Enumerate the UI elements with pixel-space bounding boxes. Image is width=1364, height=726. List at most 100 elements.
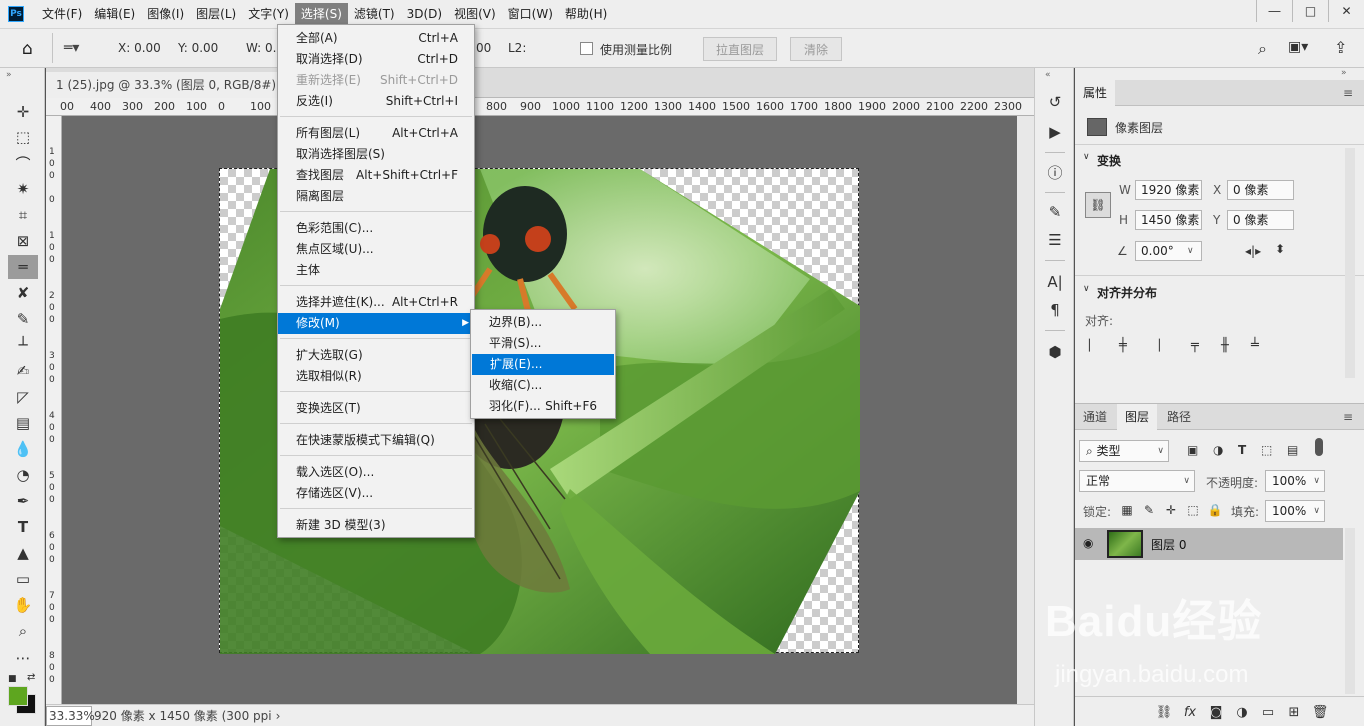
type-tool-icon[interactable]: T xyxy=(8,515,38,539)
info-panel-icon[interactable]: ⓘ xyxy=(1045,162,1065,182)
healing-brush-tool-icon[interactable]: ✘ xyxy=(8,281,38,305)
frame-tool-icon[interactable]: ⊠ xyxy=(8,229,38,253)
menu-file[interactable]: 文件(F) xyxy=(36,3,88,25)
blur-tool-icon[interactable]: 💧 xyxy=(8,437,38,461)
menu-item-select-and-mask[interactable]: 选择并遮住(K)... Alt+Ctrl+R xyxy=(278,292,474,313)
menu-filter[interactable]: 滤镜(T) xyxy=(348,3,401,25)
menu-item-isolate-layers[interactable]: 隔离图层 xyxy=(278,186,474,207)
collapse-strip-icon[interactable]: « xyxy=(1045,70,1051,80)
menu-item-quick-mask-edit[interactable]: 在快速蒙版模式下编辑(Q) xyxy=(278,430,474,451)
adjustment-layer-icon[interactable]: ◑ xyxy=(1233,703,1251,721)
pen-tool-icon[interactable]: ✒ xyxy=(8,489,38,513)
filter-adjustment-icon[interactable]: ◑ xyxy=(1213,443,1223,457)
y-field[interactable]: 0 像素 xyxy=(1227,210,1294,230)
menu-layer[interactable]: 图层(L) xyxy=(190,3,242,25)
path-selection-tool-icon[interactable]: ▲ xyxy=(8,541,38,565)
lasso-tool-icon[interactable]: ⌒ xyxy=(8,151,38,175)
move-tool-icon[interactable]: ✛ xyxy=(8,100,38,124)
menu-item-color-range[interactable]: 色彩范围(C)... xyxy=(278,218,474,239)
collapse-panels-icon[interactable]: » xyxy=(1341,68,1347,78)
properties-scrollbar[interactable] xyxy=(1345,148,1355,378)
filter-type-icon[interactable]: T xyxy=(1238,443,1246,457)
clear-button[interactable]: 清除 xyxy=(790,37,842,61)
status-expand-icon[interactable]: › xyxy=(276,709,281,723)
align-horizontal-center-icon[interactable]: ╪ xyxy=(1119,338,1135,354)
lock-transparent-icon[interactable]: ▦ xyxy=(1119,502,1135,518)
layer-thumbnail[interactable] xyxy=(1107,530,1143,558)
menu-item-reselect[interactable]: 重新选择(E) Shift+Ctrl+D xyxy=(278,70,474,91)
tab-layers[interactable]: 图层 xyxy=(1117,404,1158,430)
eraser-tool-icon[interactable]: ◸ xyxy=(8,385,38,409)
menu-select[interactable]: 选择(S) xyxy=(294,3,348,25)
hand-tool-icon[interactable]: ✋ xyxy=(8,593,38,617)
menu-item-subject[interactable]: 主体 xyxy=(278,260,474,281)
menu-item-transform-selection[interactable]: 变换选区(T) xyxy=(278,398,474,419)
ruler-tool-icon[interactable]: ═ xyxy=(8,255,38,279)
menu-item-deselect[interactable]: 取消选择(D) Ctrl+D xyxy=(278,49,474,70)
workspace-icon[interactable]: ▣▾ xyxy=(1288,39,1308,55)
x-field[interactable]: 0 像素 xyxy=(1227,180,1294,200)
more-tools-icon[interactable]: ⋯ xyxy=(8,646,38,670)
actions-panel-icon[interactable]: ▶ xyxy=(1045,122,1065,142)
ruler-tool-preset-icon[interactable]: ═▾ xyxy=(64,40,79,56)
gradient-tool-icon[interactable]: ▤ xyxy=(8,411,38,435)
align-bottom-icon[interactable]: ╧ xyxy=(1251,338,1267,354)
layer-style-icon[interactable]: fx xyxy=(1181,703,1199,721)
align-right-icon[interactable]: ⎹ xyxy=(1147,338,1163,354)
link-icon[interactable]: ⛓ xyxy=(1085,192,1111,218)
menu-window[interactable]: 窗口(W) xyxy=(502,3,559,25)
panel-menu-icon[interactable]: ≡ xyxy=(1343,86,1353,100)
menu-item-load-selection[interactable]: 载入选区(O)... xyxy=(278,462,474,483)
chevron-down-icon[interactable]: ∨ xyxy=(1187,246,1194,256)
lock-artboard-icon[interactable]: ⬚ xyxy=(1185,502,1201,518)
submenu-item-smooth[interactable]: 平滑(S)... xyxy=(471,333,615,354)
tab-properties[interactable]: 属性 xyxy=(1075,80,1116,106)
tab-channels[interactable]: 通道 xyxy=(1075,404,1115,430)
default-colors-icon[interactable]: ■ xyxy=(8,674,17,684)
menu-item-new-3d-extrusion[interactable]: 新建 3D 模型(3) xyxy=(278,515,474,536)
share-icon[interactable]: ⇪ xyxy=(1334,38,1347,57)
delete-layer-icon[interactable]: 🗑 xyxy=(1311,703,1329,721)
filter-pixel-icon[interactable]: ▣ xyxy=(1187,443,1198,457)
panel-menu-icon[interactable]: ≡ xyxy=(1343,410,1353,424)
filter-smart-object-icon[interactable]: ▤ xyxy=(1287,443,1298,457)
submenu-item-border[interactable]: 边界(B)... xyxy=(471,312,615,333)
foreground-color-swatch[interactable] xyxy=(8,686,28,706)
lock-position-icon[interactable]: ✛ xyxy=(1163,502,1179,518)
menu-help[interactable]: 帮助(H) xyxy=(559,3,613,25)
menu-item-focus-area[interactable]: 焦点区域(U)... xyxy=(278,239,474,260)
marquee-tool-icon[interactable]: ⬚ xyxy=(8,125,38,149)
menu-image[interactable]: 图像(I) xyxy=(141,3,190,25)
layer-row[interactable]: ◉ 图层 0 xyxy=(1075,528,1343,560)
link-layers-icon[interactable]: ⛓ xyxy=(1155,703,1173,721)
vertical-ruler[interactable]: 1000100200300400500600700800900 xyxy=(46,116,62,726)
layers-scrollbar[interactable] xyxy=(1345,528,1355,694)
menu-view[interactable]: 视图(V) xyxy=(448,3,502,25)
history-brush-tool-icon[interactable]: ✍ xyxy=(8,359,38,383)
menu-3d[interactable]: 3D(D) xyxy=(401,3,448,25)
lock-image-icon[interactable]: ✎ xyxy=(1141,502,1157,518)
dodge-tool-icon[interactable]: ◔ xyxy=(8,463,38,487)
measure-scale-checkbox[interactable] xyxy=(580,42,593,55)
adjustments-panel-icon[interactable]: ☰ xyxy=(1045,230,1065,250)
fill-field[interactable]: 100% ∨ xyxy=(1265,500,1325,522)
menu-item-grow[interactable]: 扩大选取(G) xyxy=(278,345,474,366)
menu-item-select-all[interactable]: 全部(A) Ctrl+A xyxy=(278,28,474,49)
swap-colors-icon[interactable]: ⇄ xyxy=(27,672,35,683)
collapse-icon[interactable]: » xyxy=(6,70,12,80)
document-tab[interactable]: 1 (25).jpg @ 33.3% (图层 0, RGB/8#) * xyxy=(46,72,296,98)
opacity-field[interactable]: 100% ∨ xyxy=(1265,470,1325,492)
horizontal-ruler[interactable]: 00 400 300 200 100 0 100 800 900 1000 1100 1200 1300… xyxy=(46,98,1034,116)
close-icon[interactable]: ✕ xyxy=(1328,0,1364,22)
blend-mode-dropdown[interactable]: 正常 ∨ xyxy=(1079,470,1195,492)
eye-icon[interactable]: ◉ xyxy=(1083,536,1093,550)
menu-item-find-layers[interactable]: 查找图层 Alt+Shift+Ctrl+F xyxy=(278,165,474,186)
menu-item-modify[interactable]: 修改(M) ▶ xyxy=(278,313,474,334)
magic-wand-tool-icon[interactable]: ✷ xyxy=(8,177,38,201)
filter-toggle[interactable] xyxy=(1315,438,1323,456)
character-panel-icon[interactable]: A| xyxy=(1045,272,1065,292)
width-field[interactable]: 1920 像素 xyxy=(1135,180,1202,200)
add-mask-icon[interactable]: ◙ xyxy=(1207,703,1225,721)
submenu-item-expand[interactable]: 扩展(E)... xyxy=(472,354,614,375)
straighten-layer-button[interactable]: 拉直图层 xyxy=(703,37,777,61)
